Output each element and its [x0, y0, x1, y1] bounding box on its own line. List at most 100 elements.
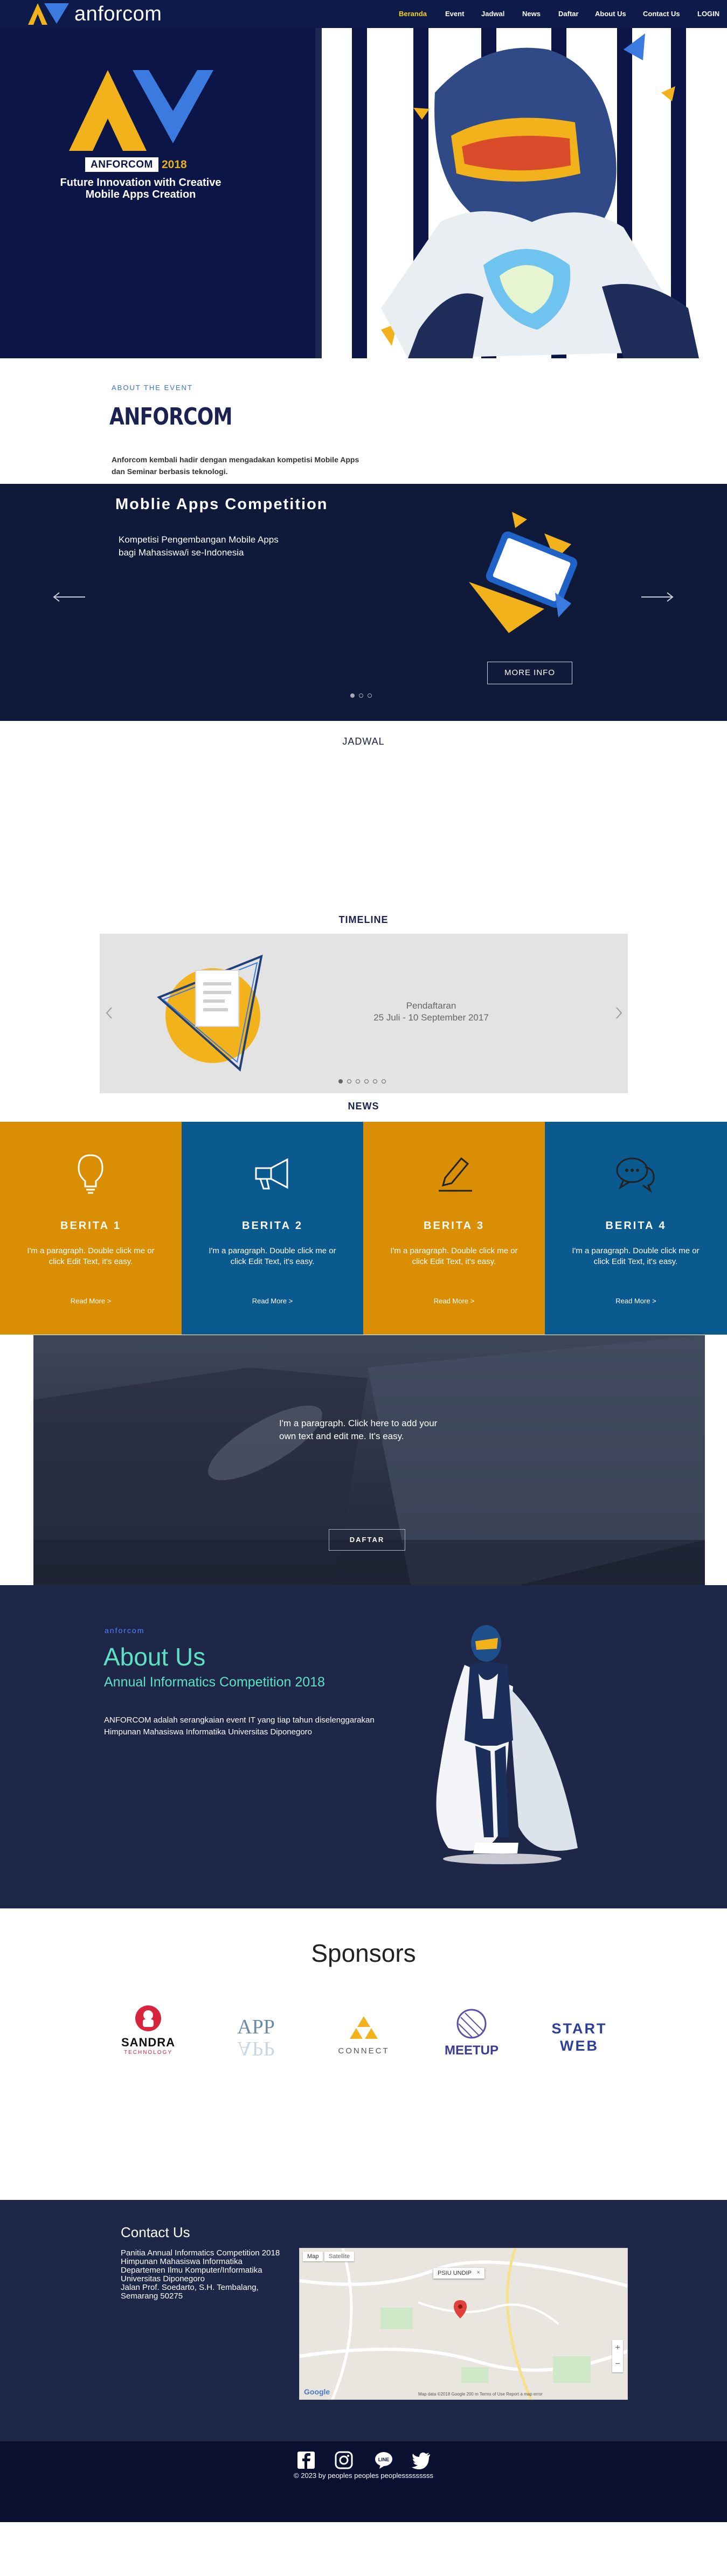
slider-dot-1[interactable] — [350, 693, 355, 698]
facebook-icon[interactable] — [295, 2449, 317, 2471]
slider-next-arrow-icon[interactable] — [640, 592, 674, 602]
sponsor-sandra-name: SANDRA — [121, 2036, 176, 2049]
contact-title: Contact Us — [121, 2224, 190, 2240]
map-tab-map[interactable]: Map — [303, 2252, 323, 2261]
nav-login[interactable]: LOGIN — [697, 10, 719, 18]
nav-news[interactable]: News — [522, 10, 541, 18]
sponsor-app-name: APP — [237, 2016, 275, 2038]
sponsor-meetup[interactable]: MEETUP — [431, 2004, 512, 2074]
nav-contact-us[interactable]: Contact Us — [643, 10, 680, 18]
news-title: NEWS — [348, 1101, 379, 1112]
timeline-date: 25 Juli - 10 September 2017 — [373, 1012, 489, 1023]
hero-divider — [315, 28, 322, 358]
news-read-more-link[interactable]: Read More > — [363, 1297, 545, 1305]
slider-description: Kompetisi Pengembangan Mobile Apps bagi … — [119, 534, 279, 558]
map-pin-label: PSIU UNDIP × — [433, 2268, 484, 2279]
map-terms[interactable]: Map data ©2018 Google 200 m Terms of Use… — [418, 2392, 543, 2397]
lightbulb-icon — [78, 1154, 103, 1194]
news-read-more-link[interactable]: Read More > — [182, 1297, 363, 1305]
timeline-label: Pendaftaran — [406, 1001, 456, 1011]
close-icon[interactable]: × — [477, 2269, 480, 2276]
news-read-more-link[interactable]: Read More > — [0, 1297, 182, 1305]
news-card-3: BERITA 3 I'm a paragraph. Double click m… — [363, 1122, 545, 1335]
map-tab-satellite[interactable]: Satellite — [324, 2252, 355, 2261]
sponsor-connect[interactable]: CONNECT — [323, 2004, 404, 2074]
megaphone-icon — [255, 1158, 288, 1190]
svg-text:LINE: LINE — [378, 2457, 390, 2462]
timeline-dot-5[interactable] — [373, 1079, 377, 1084]
hero-illustration — [322, 28, 727, 358]
nav-event[interactable]: Event — [445, 10, 464, 18]
map-pin-icon[interactable] — [454, 2300, 467, 2318]
chat-icon — [616, 1157, 655, 1193]
nav-beranda[interactable]: Beranda — [399, 10, 427, 18]
daftar-button[interactable]: DAFTAR — [329, 1529, 405, 1551]
twitter-icon[interactable] — [411, 2449, 432, 2471]
slider-prev-arrow-icon[interactable] — [53, 592, 86, 602]
connect-logo-icon — [350, 2016, 378, 2039]
news-card-title: BERITA 1 — [60, 1220, 121, 1232]
slider-dot-3[interactable] — [368, 693, 372, 698]
sponsor-app-reflection: APP — [237, 2037, 275, 2060]
news-card-title: BERITA 2 — [242, 1220, 303, 1232]
about-us-description: ANFORCOM adalah serangkaian event IT yan… — [104, 1716, 375, 1737]
about-event-description: Anforcom kembali hadir dengan mengadakan… — [112, 455, 359, 476]
news-read-more-link[interactable]: Read More > — [545, 1297, 727, 1305]
sponsor-sandra-sub: TECHNOLOGY — [123, 2050, 172, 2056]
instagram-icon[interactable] — [333, 2449, 355, 2471]
sponsor-start-name: START — [551, 2020, 607, 2037]
site-logo-text[interactable]: anforcom — [74, 2, 162, 26]
timeline-title: TIMELINE — [338, 914, 389, 925]
news-card-body: I'm a paragraph. Double click me or clic… — [209, 1246, 336, 1266]
map-pin-label-text: PSIU UNDIP — [438, 2270, 472, 2276]
sponsor-web-name: WEB — [560, 2038, 599, 2054]
timeline-dot-4[interactable] — [364, 1079, 369, 1084]
nav-about-us[interactable]: About Us — [595, 10, 626, 18]
more-info-button[interactable]: MORE INFO — [487, 662, 572, 684]
news-card-1: BERITA 1 I'm a paragraph. Double click m… — [0, 1122, 182, 1335]
hero-badge: ANFORCOM — [85, 157, 158, 172]
event-slider — [0, 484, 727, 721]
about-us-subtitle: Annual Informatics Competition 2018 — [104, 1675, 325, 1690]
timeline-dot-6[interactable] — [382, 1079, 386, 1084]
timeline-dot-3[interactable] — [356, 1079, 360, 1084]
timeline-next-arrow-icon[interactable] — [614, 1006, 623, 1019]
news-card-title: BERITA 4 — [605, 1220, 667, 1232]
nav-jadwal[interactable]: Jadwal — [481, 10, 504, 18]
footer — [0, 2441, 727, 2522]
hero-badge-year: 2018 — [162, 158, 187, 171]
sponsor-app[interactable]: APP APP — [216, 2004, 296, 2074]
about-event-kicker: ABOUT THE EVENT — [112, 384, 193, 392]
hero-tagline: Future Innovation with Creative Mobile A… — [60, 177, 221, 200]
timeline-dot-2[interactable] — [347, 1079, 351, 1084]
google-map[interactable]: Map Satellite PSIU UNDIP × + − Google Map… — [299, 2248, 628, 2400]
timeline-dot-1[interactable] — [338, 1079, 343, 1084]
phone-illustration-icon — [469, 512, 578, 633]
news-card-body: I'm a paragraph. Double click me or clic… — [390, 1246, 518, 1266]
news-card-title: BERITA 3 — [424, 1220, 484, 1232]
news-card-body: I'm a paragraph. Double click me or clic… — [27, 1246, 155, 1266]
sponsor-startweb[interactable]: START WEB — [539, 2004, 620, 2074]
news-card-2: BERITA 2 I'm a paragraph. Double click m… — [182, 1122, 363, 1335]
promo-paragraph: I'm a paragraph. Click here to add your … — [279, 1418, 438, 1441]
about-event-title: ANFORCOM — [109, 403, 233, 431]
contact-line: Departemen Ilmu Komputer/Informatika — [121, 2266, 262, 2275]
contact-line: Panitia Annual Informatics Competition 2… — [121, 2248, 280, 2258]
anforcom-logo-icon[interactable] — [26, 2, 70, 26]
hero-logo-icon — [69, 70, 213, 151]
map-zoom-controls[interactable]: + − — [612, 2340, 623, 2372]
news-card-4: BERITA 4 I'm a paragraph. Double click m… — [545, 1122, 727, 1335]
superhero-illustration-icon — [436, 1625, 578, 1864]
contact-line: Universitas Diponegoro — [121, 2274, 205, 2283]
sponsor-sandra[interactable]: SANDRA TECHNOLOGY — [108, 2004, 189, 2074]
timeline-prev-arrow-icon[interactable] — [105, 1006, 114, 1019]
google-logo: Google — [304, 2387, 330, 2396]
jadwal-title: JADWAL — [342, 736, 385, 747]
contact-line: Himpunan Mahasiswa Informatika — [121, 2257, 243, 2266]
slider-dot-2[interactable] — [359, 693, 363, 698]
nav-daftar[interactable]: Daftar — [558, 10, 579, 18]
slider-title: Moblie Apps Competition — [115, 496, 328, 513]
contact-line: Jalan Prof. Soedarto, S.H. Tembalang, — [121, 2283, 259, 2292]
line-icon[interactable]: LINE — [373, 2449, 394, 2471]
news-card-body: I'm a paragraph. Double click me or clic… — [572, 1246, 700, 1266]
